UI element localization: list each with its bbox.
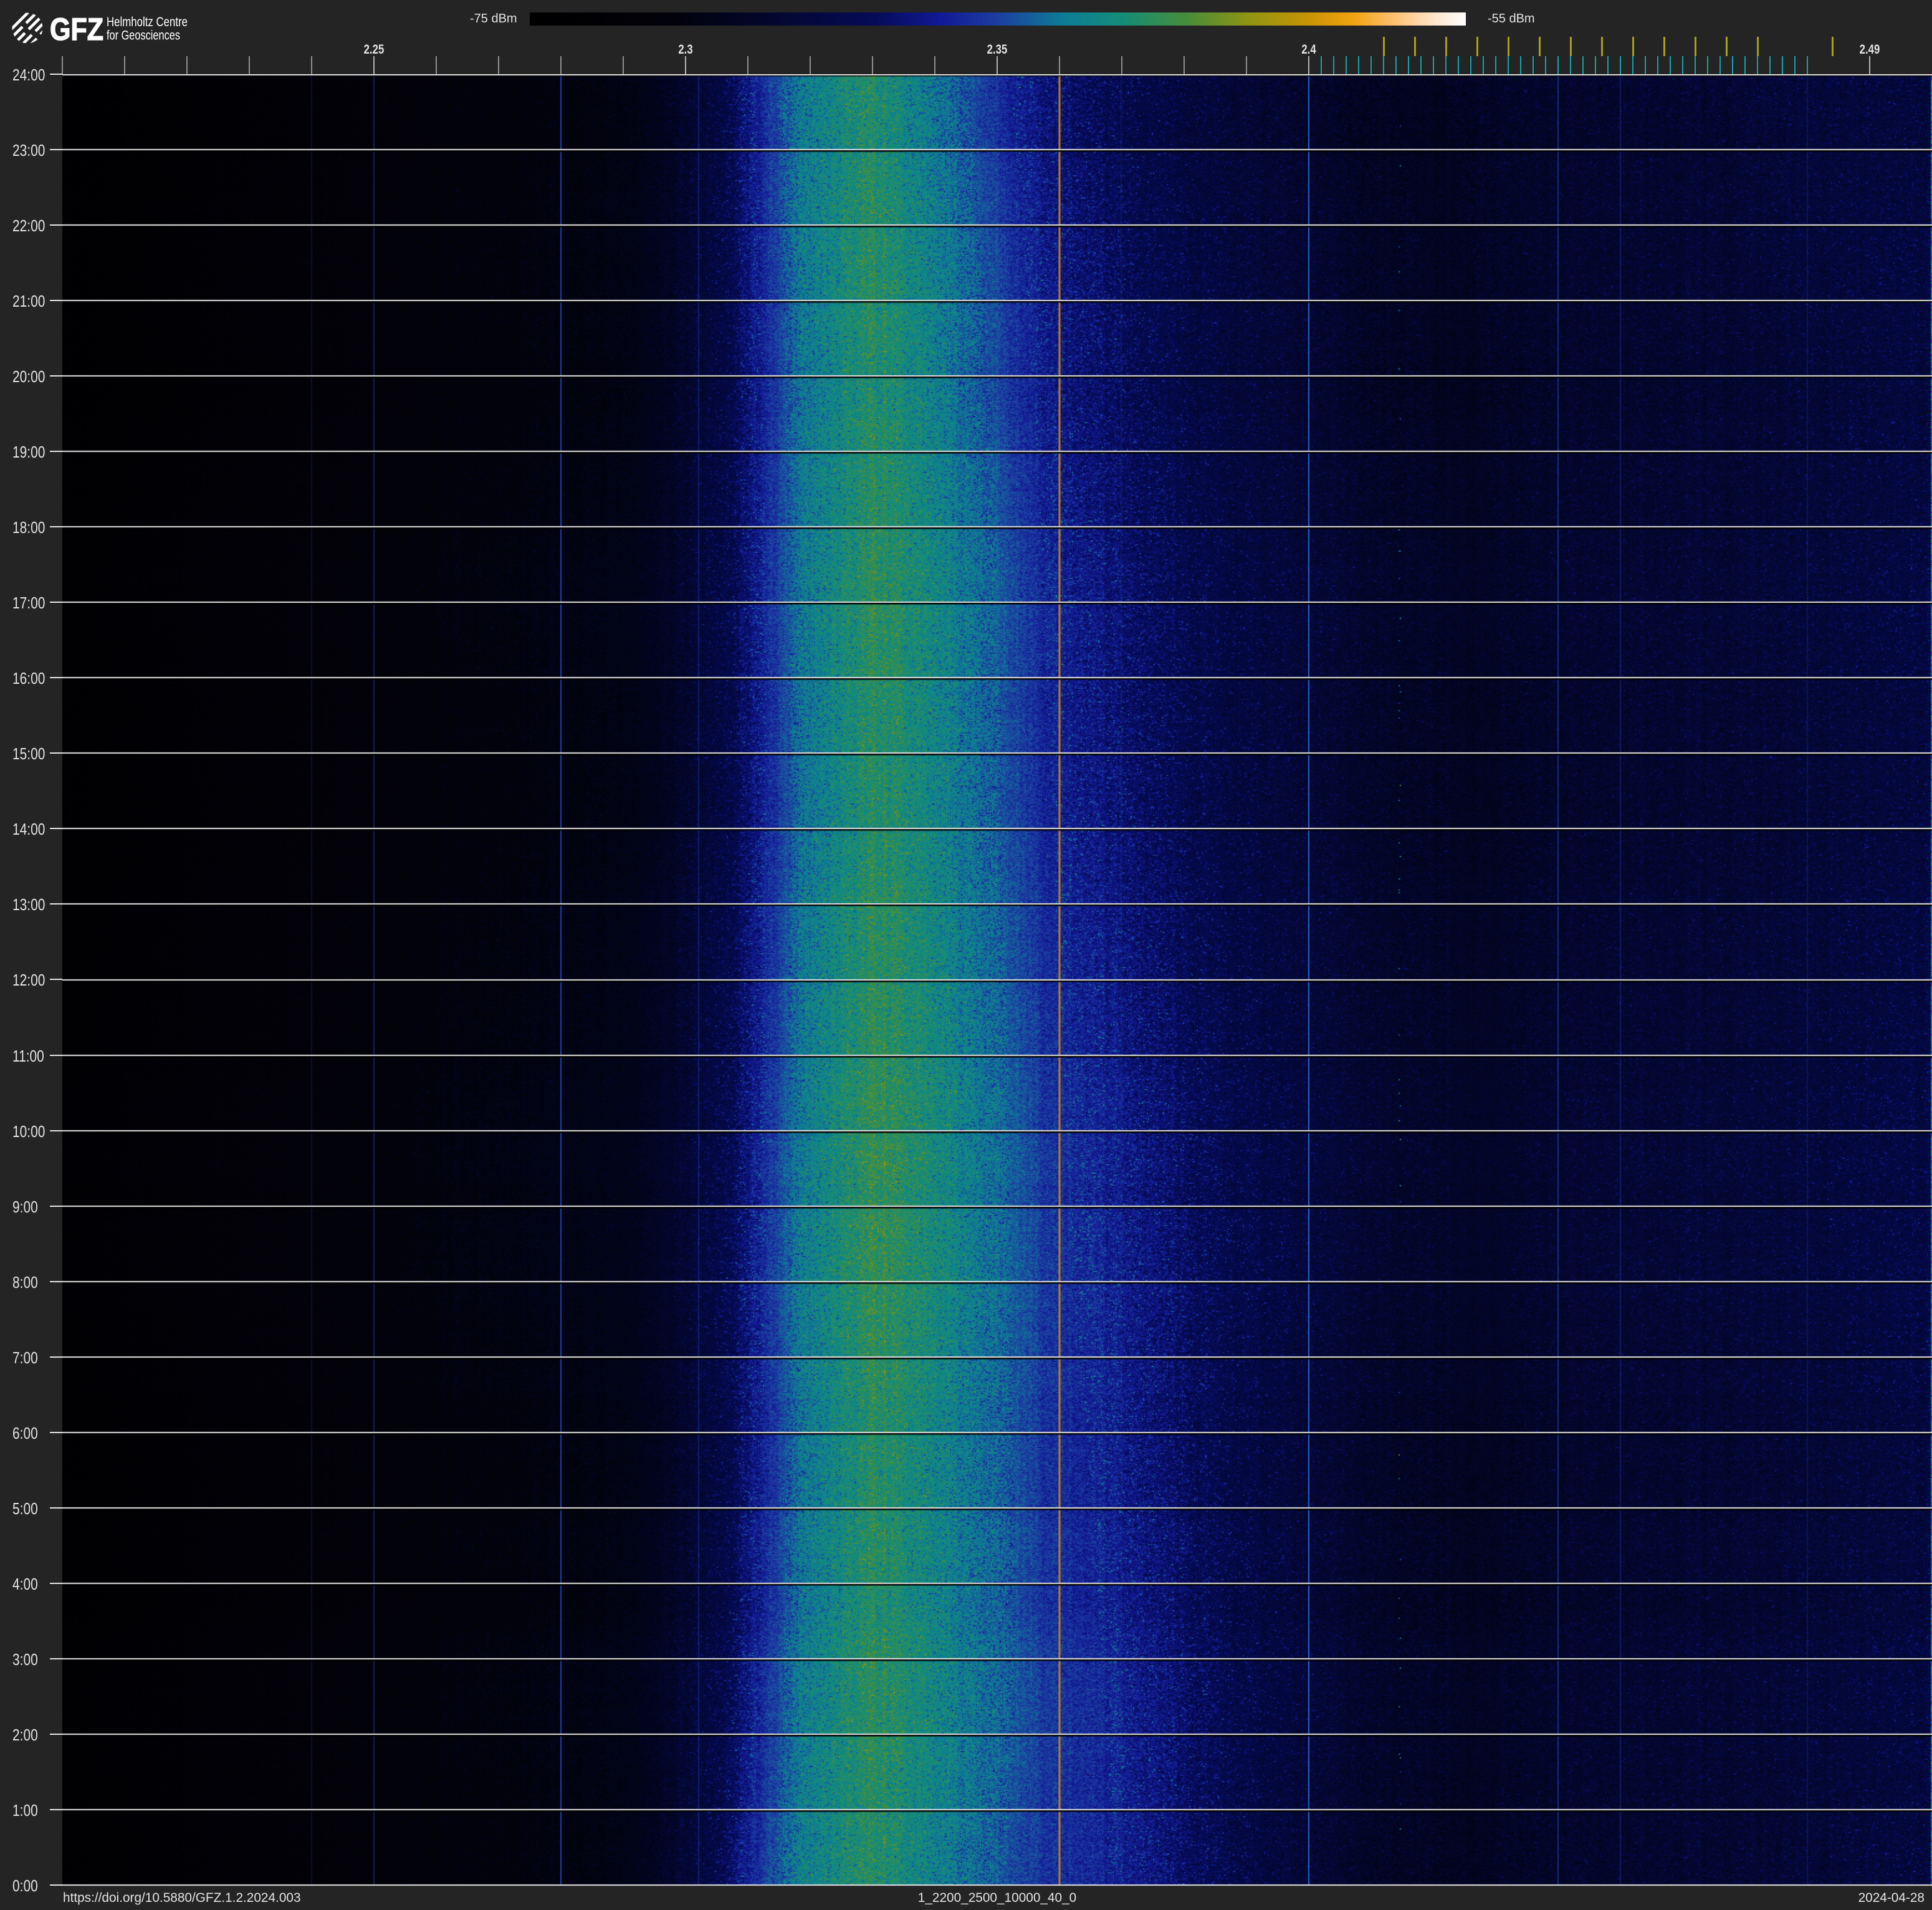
svg-text:for Geosciences: for Geosciences bbox=[107, 29, 180, 43]
svg-text:GFZ: GFZ bbox=[50, 12, 103, 45]
svg-text:Helmholtz Centre: Helmholtz Centre bbox=[107, 15, 188, 29]
